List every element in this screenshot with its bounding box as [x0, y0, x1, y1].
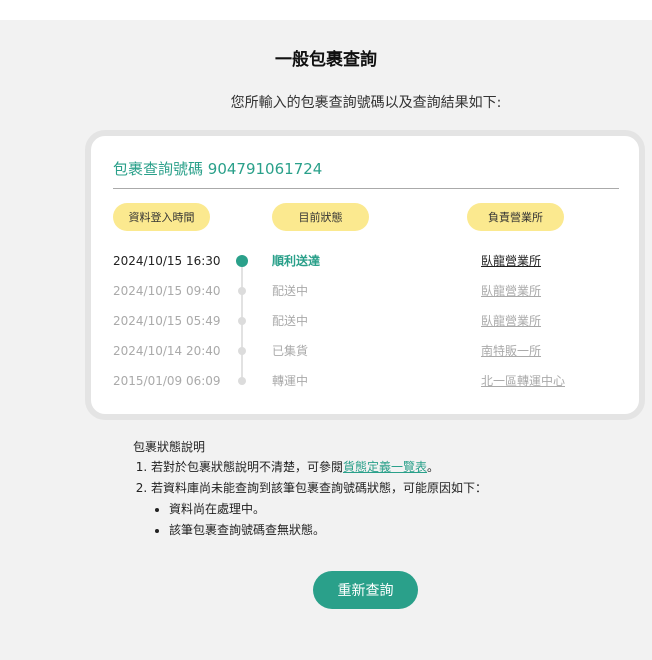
row-status: 轉運中	[272, 374, 309, 388]
row-time: 2024/10/15 05:49	[113, 314, 221, 328]
column-header-time: 資料登入時間	[113, 203, 210, 231]
row-time: 2024/10/15 16:30	[113, 254, 221, 268]
notes-item: 若資料庫尚未能查詢到該筆包裹查詢號碼狀態，可能原因如下： 資料尚在處理中。 該筆…	[151, 478, 487, 541]
row-time: 2024/10/14 20:40	[113, 344, 221, 358]
tracking-number: 904791061724	[207, 160, 323, 178]
row-status: 已集貨	[272, 344, 309, 358]
row-office-link[interactable]: 南特販一所	[481, 341, 621, 361]
requery-button[interactable]: 重新查詢	[313, 571, 418, 609]
row-office-link[interactable]: 臥龍營業所	[481, 251, 621, 271]
notes-item-text: 若對於包裹狀態說明不清楚，可參閱	[151, 460, 344, 474]
page-body: 一般包裹查詢 您所輸入的包裹查詢號碼以及查詢結果如下: 包裹查詢號碼 90479…	[0, 20, 652, 660]
timeline-dot	[238, 317, 246, 325]
column-header-office: 負責營業所	[467, 203, 564, 231]
row-office-link[interactable]: 北一區轉運中心	[481, 371, 621, 391]
notes-list: 若對於包裹狀態說明不清楚，可參閱貨態定義一覽表。 若資料庫尚未能查詢到該筆包裹查…	[151, 457, 487, 541]
notes-item-text: 若資料庫尚未能查詢到該筆包裹查詢號碼狀態，可能原因如下：	[151, 481, 488, 495]
reason-list: 資料尚在處理中。 該筆包裹查詢號碼查無狀態。	[169, 499, 487, 541]
table-row: 2024/10/15 16:30 順利送達 臥龍營業所	[91, 251, 639, 271]
timeline-dot	[238, 347, 246, 355]
timeline-dot-current	[236, 255, 248, 267]
notes-title: 包裹狀態說明	[133, 440, 206, 454]
table-row: 2024/10/15 05:49 配送中 臥龍營業所	[91, 311, 639, 331]
page-title: 一般包裹查詢	[275, 50, 377, 70]
reason-item: 該筆包裹查詢號碼查無狀態。	[169, 520, 487, 541]
table-row: 2024/10/14 20:40 已集貨 南特販一所	[91, 341, 639, 361]
table-row: 2015/01/09 06:09 轉運中 北一區轉運中心	[91, 371, 639, 391]
notes-item-suffix: 。	[427, 460, 440, 474]
reason-item: 資料尚在處理中。	[169, 499, 487, 520]
row-status: 配送中	[272, 284, 309, 298]
row-time: 2015/01/09 06:09	[113, 374, 221, 388]
status-notes: 包裹狀態說明 若對於包裹狀態說明不清楚，可參閱貨態定義一覽表。 若資料庫尚未能查…	[133, 437, 487, 541]
tracking-label: 包裹查詢號碼	[113, 160, 204, 178]
timeline-dot	[238, 377, 246, 385]
tracking-number-heading: 包裹查詢號碼 904791061724	[113, 158, 322, 179]
column-header-status: 目前狀態	[272, 203, 369, 231]
row-status: 順利送達	[272, 254, 321, 268]
page-subtitle: 您所輸入的包裹查詢號碼以及查詢結果如下:	[230, 95, 502, 111]
row-time: 2024/10/15 09:40	[113, 284, 221, 298]
timeline-dot	[238, 287, 246, 295]
result-card: 包裹查詢號碼 904791061724 資料登入時間 目前狀態 負責營業所 20…	[85, 130, 645, 420]
divider	[113, 188, 619, 189]
notes-item: 若對於包裹狀態說明不清楚，可參閱貨態定義一覽表。	[151, 457, 487, 478]
table-row: 2024/10/15 09:40 配送中 臥龍營業所	[91, 281, 639, 301]
row-office-link[interactable]: 臥龍營業所	[481, 281, 621, 301]
row-office-link[interactable]: 臥龍營業所	[481, 311, 621, 331]
row-status: 配送中	[272, 314, 309, 328]
status-definition-link[interactable]: 貨態定義一覽表	[343, 460, 427, 474]
